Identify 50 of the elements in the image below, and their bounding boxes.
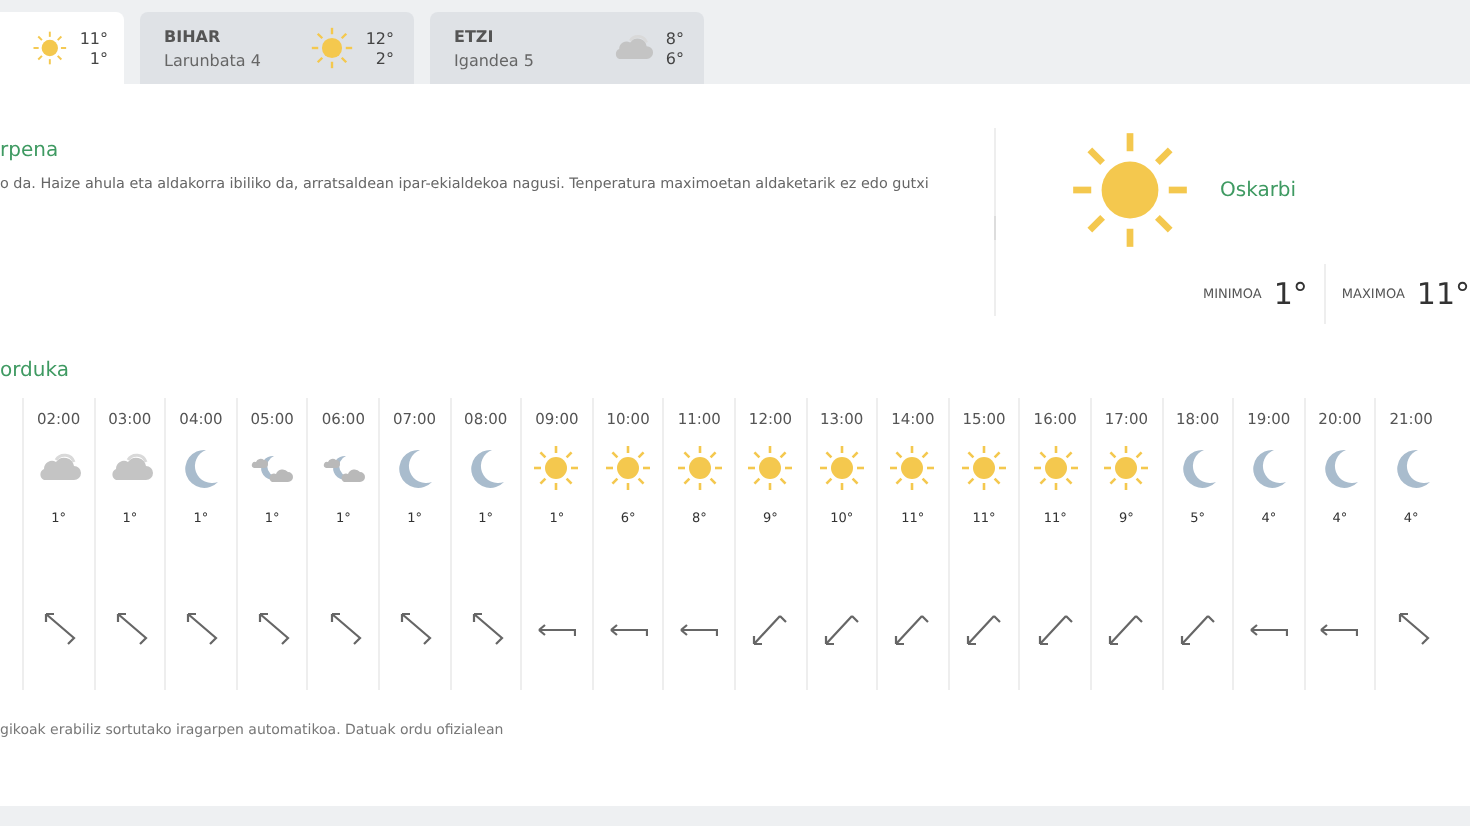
min-temp: 2° bbox=[375, 49, 394, 67]
condition-label: Oskarbi bbox=[1220, 179, 1297, 201]
section-heading: rpena bbox=[0, 140, 61, 162]
day-tab[interactable]: 11° 1° bbox=[0, 12, 124, 84]
wind-arrow-icon bbox=[680, 623, 719, 637]
min-temp: 6° bbox=[665, 49, 684, 67]
sun-icon bbox=[960, 444, 1009, 492]
sun-icon bbox=[1102, 444, 1151, 492]
day-tab[interactable]: BIHAR Larunbata 4 12° 2° bbox=[140, 12, 414, 84]
wind-arrow-icon bbox=[1179, 612, 1216, 648]
wind-arrow-icon bbox=[823, 612, 860, 648]
sun-icon bbox=[746, 444, 795, 492]
max-temp: 11° bbox=[1416, 276, 1470, 312]
wind-arrow-icon bbox=[254, 612, 291, 648]
wind-arrow-icon bbox=[752, 612, 789, 648]
wind-arrow-icon bbox=[325, 612, 362, 648]
wind-arrow-icon bbox=[182, 612, 219, 648]
wind-arrow-icon bbox=[111, 612, 148, 648]
sun-icon bbox=[1031, 444, 1080, 492]
sun-icon bbox=[309, 26, 354, 70]
sun-icon bbox=[888, 444, 937, 492]
min-temp: 1° bbox=[1273, 276, 1308, 312]
day-name: BIHAR bbox=[164, 27, 223, 45]
wind-arrow-icon bbox=[609, 623, 648, 637]
section-heading: orduka bbox=[0, 360, 71, 382]
sun-icon bbox=[604, 444, 653, 492]
sun-icon bbox=[675, 444, 724, 492]
wind-arrow-icon bbox=[467, 612, 504, 648]
day-name: ETZI bbox=[454, 27, 496, 45]
wind-arrow-icon bbox=[966, 612, 1003, 648]
wind-arrow-icon bbox=[1037, 612, 1074, 648]
day-date: Igandea 5 bbox=[454, 51, 536, 69]
wind-arrow-icon bbox=[1249, 623, 1288, 637]
wind-arrow-icon bbox=[1108, 612, 1145, 648]
wind-arrow-icon bbox=[537, 623, 576, 637]
day-date: Larunbata 4 bbox=[164, 51, 263, 69]
min-temp: 1° bbox=[89, 49, 108, 67]
wind-arrow-icon bbox=[40, 612, 77, 648]
max-temp: 12° bbox=[365, 29, 394, 47]
max-temp: 11° bbox=[79, 29, 108, 47]
wind-arrow-icon bbox=[1393, 612, 1430, 648]
sun-icon bbox=[32, 26, 68, 70]
wind-arrow-icon bbox=[396, 612, 433, 648]
wind-arrow-icon bbox=[1320, 623, 1359, 637]
max-temp: 8° bbox=[665, 29, 684, 47]
day-tab[interactable]: ETZI Igandea 5 8° 6° bbox=[430, 12, 704, 84]
wind-arrow-icon bbox=[894, 612, 931, 648]
sun-icon bbox=[1068, 128, 1192, 252]
sun-icon bbox=[817, 444, 866, 492]
sun-icon bbox=[532, 444, 581, 492]
